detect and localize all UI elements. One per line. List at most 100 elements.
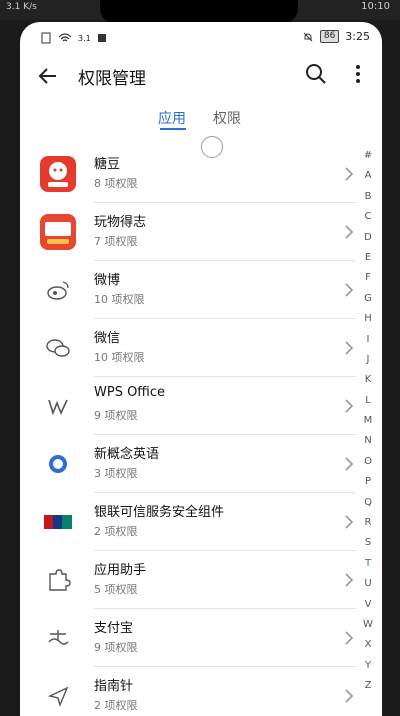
app-permission-count: 3 项权限 xyxy=(94,467,138,480)
alphabet-letter-hash[interactable]: # xyxy=(358,150,378,170)
status-time: 3:25 xyxy=(345,30,370,43)
list-item-wps[interactable]: WPS Office 9 项权限 xyxy=(20,378,360,434)
more-vertical-icon[interactable] xyxy=(350,62,366,86)
compass-icon xyxy=(40,678,76,714)
list-item-wanwudezhi[interactable]: 玩物得志 7 项权限 xyxy=(20,204,360,260)
divider xyxy=(94,550,356,551)
app-name: 指南针 xyxy=(94,679,134,694)
wifi-icon xyxy=(58,33,72,42)
chevron-right-icon xyxy=(345,631,354,645)
list-item-app-helper[interactable]: 应用助手 5 项权限 xyxy=(20,552,360,608)
alphabet-letter-d[interactable]: D xyxy=(358,232,378,252)
list-item-compass[interactable]: 指南针 2 项权限 xyxy=(20,668,360,716)
divider xyxy=(94,318,356,319)
alphabet-letter-q[interactable]: Q xyxy=(358,497,378,517)
list-item-weibo[interactable]: 微博 10 项权限 xyxy=(20,262,360,318)
app-permission-count: 8 项权限 xyxy=(94,177,138,190)
xingainian-icon xyxy=(40,446,76,482)
app-name: 糖豆 xyxy=(94,157,121,172)
app-permission-count: 10 项权限 xyxy=(94,293,145,306)
back-arrow-icon[interactable] xyxy=(36,64,60,88)
alphabet-letter-r[interactable]: R xyxy=(358,517,378,537)
tab-permissions[interactable]: 权限 xyxy=(213,108,241,128)
alphabet-letter-x[interactable]: X xyxy=(358,639,378,659)
app-permission-count: 9 项权限 xyxy=(94,641,138,654)
tangdou-icon xyxy=(40,156,76,192)
alphabet-letter-b[interactable]: B xyxy=(358,191,378,211)
search-icon[interactable] xyxy=(304,62,328,86)
chevron-right-icon xyxy=(345,225,354,239)
bezel-speed: 3.1 K/s xyxy=(6,2,37,12)
list-item-tangdou[interactable]: 糖豆 8 项权限 xyxy=(20,146,360,202)
alipay-icon xyxy=(40,620,76,656)
list-item-unionpay[interactable]: 银联可信服务安全组件 2 项权限 xyxy=(20,494,360,550)
alphabet-letter-j[interactable]: J xyxy=(358,354,378,374)
alphabet-letter-i[interactable]: I xyxy=(358,334,378,354)
bezel-time: 10:10 xyxy=(361,1,390,12)
notification-icon xyxy=(97,34,106,42)
alphabet-letter-p[interactable]: P xyxy=(358,476,378,496)
app-name: 微信 xyxy=(94,331,121,346)
alphabet-letter-v[interactable]: V xyxy=(358,599,378,619)
wechat-icon xyxy=(40,330,76,366)
list-item-alipay[interactable]: 支付宝 9 项权限 xyxy=(20,610,360,666)
data-icon: 3.1 xyxy=(78,33,91,43)
alphabet-letter-z[interactable]: Z xyxy=(358,680,378,700)
status-bar: 3.1 86 3:25 xyxy=(20,22,382,50)
chevron-right-icon xyxy=(345,399,354,413)
alphabet-letter-w[interactable]: W xyxy=(358,619,378,639)
sim-icon xyxy=(41,32,51,44)
alphabet-letter-n[interactable]: N xyxy=(358,435,378,455)
app-permission-count: 2 项权限 xyxy=(94,699,138,712)
app-name: 银联可信服务安全组件 xyxy=(94,505,225,520)
alphabet-letter-h[interactable]: H xyxy=(358,313,378,333)
chevron-right-icon xyxy=(345,573,354,587)
alphabet-index[interactable]: # A B C D E F G H I J K L M N O P Q R S T U V W X Y Z xyxy=(358,150,378,710)
list-item-wechat[interactable]: 微信 10 项权限 xyxy=(20,320,360,376)
alphabet-letter-e[interactable]: E xyxy=(358,252,378,272)
list-item-xingainian[interactable]: 新概念英语 3 项权限 xyxy=(20,436,360,492)
divider xyxy=(94,434,356,435)
alphabet-letter-t[interactable]: T xyxy=(358,558,378,578)
unionpay-icon xyxy=(40,504,76,540)
alphabet-letter-l[interactable]: L xyxy=(358,395,378,415)
alphabet-letter-m[interactable]: M xyxy=(358,415,378,435)
chevron-right-icon xyxy=(345,457,354,471)
app-permission-count: 10 项权限 xyxy=(94,351,145,364)
chevron-right-icon xyxy=(345,689,354,703)
battery-indicator: 86 xyxy=(319,30,340,43)
divider xyxy=(94,260,356,261)
app-permission-count: 7 项权限 xyxy=(94,235,138,248)
alphabet-letter-g[interactable]: G xyxy=(358,293,378,313)
divider xyxy=(94,202,356,203)
alphabet-letter-a[interactable]: A xyxy=(358,170,378,190)
divider xyxy=(94,376,356,377)
app-header: 权限管理 xyxy=(20,56,382,100)
alphabet-letter-c[interactable]: C xyxy=(358,211,378,231)
chevron-right-icon xyxy=(345,515,354,529)
divider xyxy=(94,608,356,609)
alphabet-letter-f[interactable]: F xyxy=(358,272,378,292)
alphabet-letter-o[interactable]: O xyxy=(358,456,378,476)
tab-bar: 应用 权限 xyxy=(20,104,382,138)
camera-notch xyxy=(100,0,298,24)
app-name: 微博 xyxy=(94,273,121,288)
alphabet-letter-u[interactable]: U xyxy=(358,578,378,598)
tab-apps[interactable]: 应用 xyxy=(158,108,186,128)
alphabet-letter-k[interactable]: K xyxy=(358,374,378,394)
page-title: 权限管理 xyxy=(78,69,146,89)
chevron-right-icon xyxy=(345,341,354,355)
phone-screen: 3.1 86 3:25 权限管理 应用 权限 糖豆 8 项权限 玩物得志 7 项… xyxy=(20,22,382,716)
app-permission-count: 9 项权限 xyxy=(94,409,138,422)
wanwudezhi-icon xyxy=(40,214,76,250)
active-tab-indicator xyxy=(160,128,186,130)
app-permission-count: 2 项权限 xyxy=(94,525,138,538)
alphabet-letter-s[interactable]: S xyxy=(358,537,378,557)
app-permission-count: 5 项权限 xyxy=(94,583,138,596)
alphabet-letter-y[interactable]: Y xyxy=(358,660,378,680)
puzzle-icon xyxy=(40,562,76,598)
wps-icon xyxy=(40,388,76,424)
app-name: 应用助手 xyxy=(94,563,147,578)
chevron-right-icon xyxy=(345,167,354,181)
divider xyxy=(94,492,356,493)
